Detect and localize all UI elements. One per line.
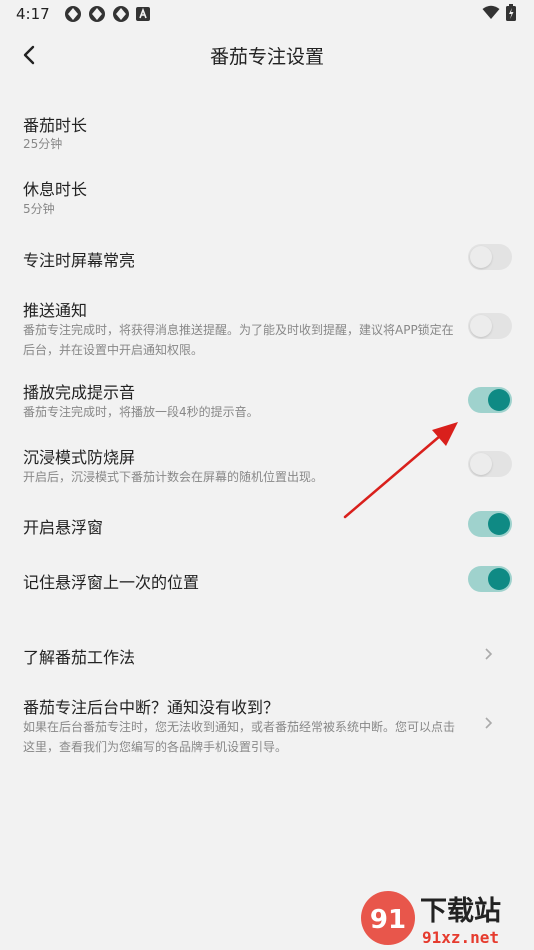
toggle-knob xyxy=(488,568,510,590)
status-right-group xyxy=(482,3,516,25)
screen-on-toggle[interactable] xyxy=(468,244,512,270)
toggle-knob xyxy=(470,315,492,337)
setting-desc: 开启后，沉浸模式下番茄计数会在屏幕的随机位置出现。 xyxy=(23,470,324,484)
setting-background-help[interactable]: 番茄专注后台中断？通知没有收到？ 如果在后台番茄专注时，您无法收到通知，或者番茄… xyxy=(0,688,534,760)
setting-title: 播放完成提示音 xyxy=(23,383,136,402)
battery-charging-icon xyxy=(506,3,516,25)
setting-title: 沉浸模式防烧屏 xyxy=(23,448,136,467)
site-watermark-logo: 91 下载站 91xz.net xyxy=(361,891,501,947)
setting-desc: 番茄专注完成时，将获得消息推送提醒。为了能及时收到提醒，建议将APP锁定在后台，… xyxy=(23,323,454,357)
complete-sound-toggle[interactable] xyxy=(468,387,512,413)
setting-screen-on: 专注时屏幕常亮 xyxy=(0,234,534,280)
toggle-knob xyxy=(470,453,492,475)
setting-title: 番茄专注后台中断？通知没有收到？ xyxy=(23,698,280,717)
toggle-knob xyxy=(488,513,510,535)
setting-learn-method[interactable]: 了解番茄工作法 xyxy=(0,636,534,676)
setting-title: 推送通知 xyxy=(23,301,88,320)
settings-list: 番茄时长 25分钟 休息时长 5分钟 专注时屏幕常亮 推送通知 番茄专注完成时，… xyxy=(0,82,534,950)
setting-title: 开启悬浮窗 xyxy=(23,518,104,537)
toggle-knob xyxy=(488,389,510,411)
setting-desc: 番茄专注完成时，将播放一段4秒的提示音。 xyxy=(23,405,259,419)
setting-title: 休息时长 xyxy=(23,180,88,199)
watermark-digits: 91 xyxy=(370,905,406,935)
chevron-right-icon xyxy=(485,717,493,729)
setting-value: 5分钟 xyxy=(23,202,55,216)
wifi-icon xyxy=(482,5,500,24)
a-badge-icon xyxy=(135,7,150,21)
setting-title: 番茄时长 xyxy=(23,116,88,135)
toggle-knob xyxy=(470,246,492,268)
setting-title: 专注时屏幕常亮 xyxy=(23,251,136,270)
setting-remember-position: 记住悬浮窗上一次的位置 xyxy=(0,557,534,601)
setting-immersive-burn: 沉浸模式防烧屏 开启后，沉浸模式下番茄计数会在屏幕的随机位置出现。 xyxy=(0,437,534,487)
setting-floating-window: 开启悬浮窗 xyxy=(0,502,534,546)
setting-pomodoro-duration[interactable]: 番茄时长 25分钟 xyxy=(0,102,534,158)
floating-window-toggle[interactable] xyxy=(468,511,512,537)
app-notification-icon xyxy=(112,5,130,23)
app-notification-icon xyxy=(64,5,82,23)
setting-push-notify: 推送通知 番茄专注完成时，将获得消息推送提醒。为了能及时收到提醒，建议将APP锁… xyxy=(0,290,534,360)
setting-complete-sound: 播放完成提示音 番茄专注完成时，将播放一段4秒的提示音。 xyxy=(0,372,534,422)
app-notification-icon xyxy=(88,5,106,23)
chevron-right-icon xyxy=(485,648,493,660)
immersive-burn-toggle[interactable] xyxy=(468,451,512,477)
push-notify-toggle[interactable] xyxy=(468,313,512,339)
setting-title: 记住悬浮窗上一次的位置 xyxy=(23,573,200,592)
watermark-main: 下载站 xyxy=(420,896,501,927)
status-bar: 4:17 xyxy=(0,0,534,28)
back-arrow-icon xyxy=(23,45,35,65)
page-title: 番茄专注设置 xyxy=(209,45,324,68)
setting-value: 25分钟 xyxy=(23,137,63,151)
remember-position-toggle[interactable] xyxy=(468,566,512,592)
setting-title: 了解番茄工作法 xyxy=(23,648,136,667)
back-button[interactable] xyxy=(14,40,44,70)
setting-desc: 如果在后台番茄专注时，您无法收到通知，或者番茄经常被系统中断。您可以点击这里，查… xyxy=(23,720,456,754)
status-time: 4:17 xyxy=(16,5,50,23)
app-header: 番茄专注设置 xyxy=(0,28,534,82)
watermark-domain: 91xz.net xyxy=(422,928,499,947)
setting-rest-duration[interactable]: 休息时长 5分钟 xyxy=(0,166,534,222)
